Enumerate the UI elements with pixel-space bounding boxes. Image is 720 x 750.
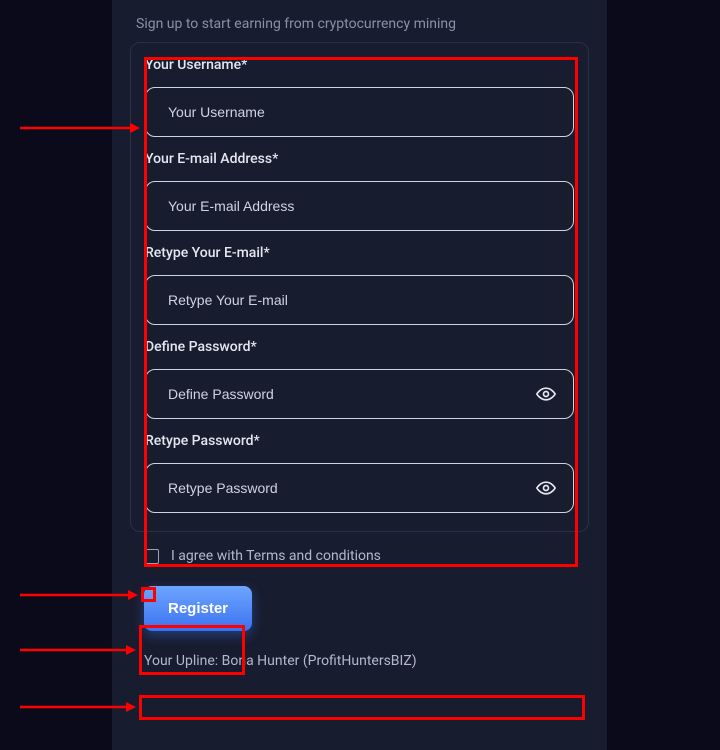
retype-email-input[interactable] [145, 275, 574, 325]
email-group: Your E-mail Address* [145, 151, 574, 231]
password-group: Define Password* [145, 339, 574, 419]
signup-panel: Sign up to start earning from cryptocurr… [112, 0, 607, 750]
password-label: Define Password* [145, 339, 574, 355]
username-input[interactable] [145, 87, 574, 137]
eye-icon[interactable] [536, 384, 556, 404]
terms-checkbox[interactable] [144, 549, 159, 564]
subtitle-text: Sign up to start earning from cryptocurr… [112, 0, 607, 42]
password-input[interactable] [145, 369, 574, 419]
retype-password-input[interactable] [145, 463, 574, 513]
agree-row: I agree with Terms and conditions [144, 548, 575, 564]
username-group: Your Username* [145, 57, 574, 137]
retype-password-group: Retype Password* [145, 433, 574, 513]
register-button[interactable]: Register [144, 586, 252, 631]
retype-password-label: Retype Password* [145, 433, 574, 449]
bottom-section: I agree with Terms and conditions Regist… [112, 532, 607, 669]
form-card: Your Username* Your E-mail Address* Rety… [130, 42, 589, 532]
retype-email-label: Retype Your E-mail* [145, 245, 574, 261]
agree-text: I agree with Terms and conditions [171, 548, 381, 564]
email-label: Your E-mail Address* [145, 151, 574, 167]
upline-text: Your Upline: Bona Hunter (ProfitHuntersB… [144, 653, 575, 669]
retype-email-group: Retype Your E-mail* [145, 245, 574, 325]
username-label: Your Username* [145, 57, 574, 73]
email-input[interactable] [145, 181, 574, 231]
eye-icon[interactable] [536, 478, 556, 498]
